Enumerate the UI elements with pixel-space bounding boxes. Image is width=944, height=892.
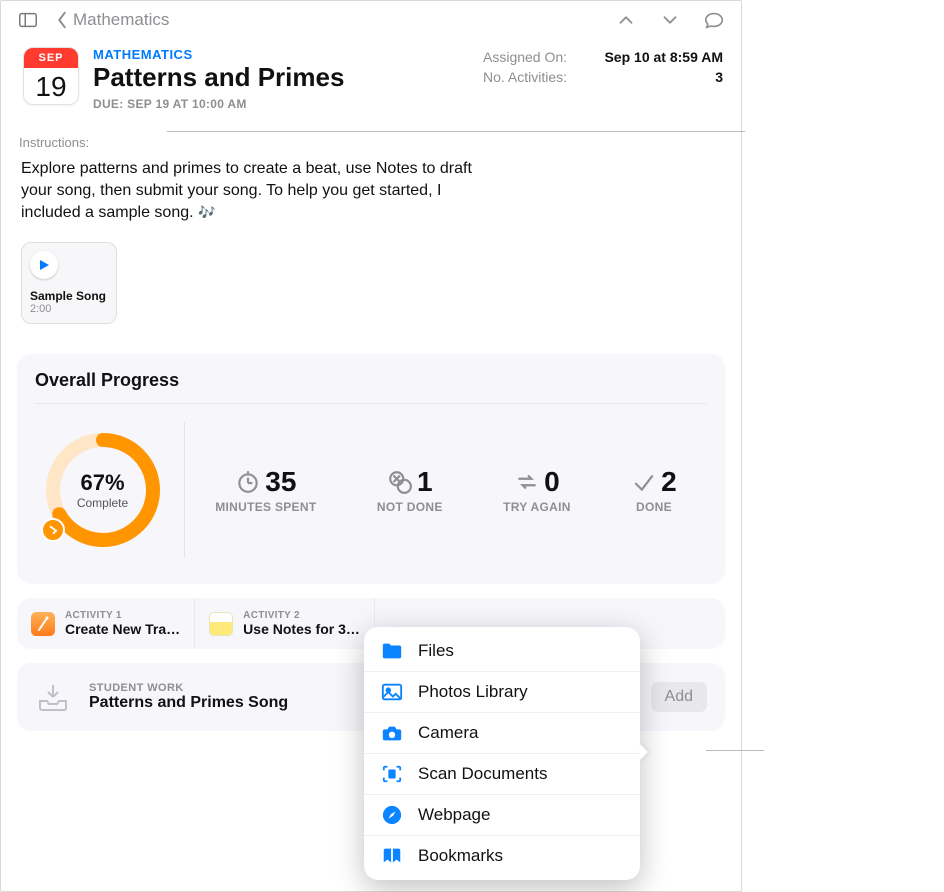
- progress-title: Overall Progress: [35, 370, 707, 404]
- progress-percent: 67%: [80, 470, 124, 496]
- chevron-up-icon[interactable]: [609, 5, 643, 35]
- calendar-month: SEP: [24, 48, 78, 68]
- progress-donut: 67% Complete: [35, 422, 185, 558]
- menu-item-bookmarks[interactable]: Bookmarks: [364, 835, 640, 876]
- stat-minutes: 35 MINUTES SPENT: [215, 466, 316, 514]
- menu-item-webpage[interactable]: Webpage: [364, 794, 640, 835]
- subject-label: MATHEMATICS: [93, 47, 469, 62]
- photos-icon: [380, 681, 404, 703]
- try-again-icon: [514, 469, 540, 495]
- not-done-icon: [387, 469, 413, 495]
- assigned-on-label: Assigned On:: [483, 49, 567, 65]
- camera-icon: [380, 722, 404, 744]
- activities-count-value: 3: [715, 69, 723, 85]
- stat-try-again: 0 TRY AGAIN: [503, 466, 571, 514]
- assigned-on-value: Sep 10 at 8:59 AM: [604, 49, 723, 65]
- checkmark-icon: [41, 518, 65, 542]
- page-title: Patterns and Primes: [93, 62, 469, 93]
- instructions-label: Instructions:: [1, 111, 741, 158]
- chat-icon[interactable]: [697, 5, 731, 35]
- done-icon: [631, 469, 657, 495]
- stat-not-done: 1 NOT DONE: [377, 466, 443, 514]
- progress-stats: 35 MINUTES SPENT 1 NOT DONE 0: [185, 466, 707, 514]
- add-button[interactable]: Add: [651, 682, 707, 712]
- title-block: MATHEMATICS Patterns and Primes DUE: SEP…: [93, 47, 469, 111]
- activity-title: Use Notes for 3…: [243, 621, 360, 637]
- bookmark-icon: [380, 845, 404, 867]
- inbox-icon: [35, 679, 71, 715]
- stat-done: 2 DONE: [631, 466, 677, 514]
- activity-title: Create New Tra…: [65, 621, 180, 637]
- calendar-icon: SEP 19: [23, 47, 79, 105]
- notes-icon: [209, 612, 233, 636]
- toolbar: Mathematics: [1, 1, 741, 39]
- callout-line: [167, 131, 745, 132]
- folder-icon: [380, 640, 404, 662]
- due-label: DUE: SEP 19 AT 10:00 AM: [93, 97, 469, 111]
- back-label: Mathematics: [73, 10, 169, 30]
- activity-label: ACTIVITY 2: [243, 610, 360, 621]
- attachment-card[interactable]: Sample Song 2:00: [21, 242, 117, 324]
- menu-item-camera[interactable]: Camera: [364, 712, 640, 753]
- activity-1[interactable]: ACTIVITY 1 Create New Tra…: [17, 598, 195, 649]
- menu-label: Photos Library: [418, 682, 528, 702]
- chevron-down-icon[interactable]: [653, 5, 687, 35]
- clock-icon: [235, 469, 261, 495]
- header-meta: Assigned On: Sep 10 at 8:59 AM No. Activ…: [483, 47, 723, 111]
- menu-label: Files: [418, 641, 454, 661]
- play-icon[interactable]: [30, 251, 58, 279]
- assignment-header: SEP 19 MATHEMATICS Patterns and Primes D…: [1, 39, 741, 111]
- scan-icon: [380, 763, 404, 785]
- callout-line: [706, 750, 764, 751]
- app-window: Mathematics SEP 19 MATHEMATICS Patterns …: [0, 0, 742, 892]
- menu-item-scan[interactable]: Scan Documents: [364, 753, 640, 794]
- student-work-name: Patterns and Primes Song: [89, 694, 288, 712]
- menu-label: Camera: [418, 723, 478, 743]
- menu-item-files[interactable]: Files: [364, 631, 640, 671]
- add-popover: Files Photos Library Camera Scan Documen…: [364, 627, 640, 880]
- back-button[interactable]: Mathematics: [55, 10, 169, 30]
- menu-label: Scan Documents: [418, 764, 547, 784]
- activities-count-label: No. Activities:: [483, 69, 567, 85]
- calendar-day: 19: [24, 68, 78, 105]
- sidebar-toggle-icon[interactable]: [11, 5, 45, 35]
- attachment-title: Sample Song: [30, 289, 108, 303]
- instructions-text: Explore patterns and primes to create a …: [1, 158, 521, 224]
- music-note-icon: 🎶: [198, 204, 215, 220]
- menu-label: Webpage: [418, 805, 490, 825]
- attachment-duration: 2:00: [30, 303, 108, 315]
- garageband-icon: [31, 612, 55, 636]
- menu-item-photos[interactable]: Photos Library: [364, 671, 640, 712]
- progress-card: Overall Progress 67% Complete: [17, 354, 725, 584]
- safari-icon: [380, 804, 404, 826]
- activity-label: ACTIVITY 1: [65, 610, 180, 621]
- menu-label: Bookmarks: [418, 846, 503, 866]
- activity-2[interactable]: ACTIVITY 2 Use Notes for 3…: [195, 598, 375, 649]
- progress-percent-label: Complete: [77, 496, 128, 510]
- student-work-label: STUDENT WORK: [89, 682, 288, 694]
